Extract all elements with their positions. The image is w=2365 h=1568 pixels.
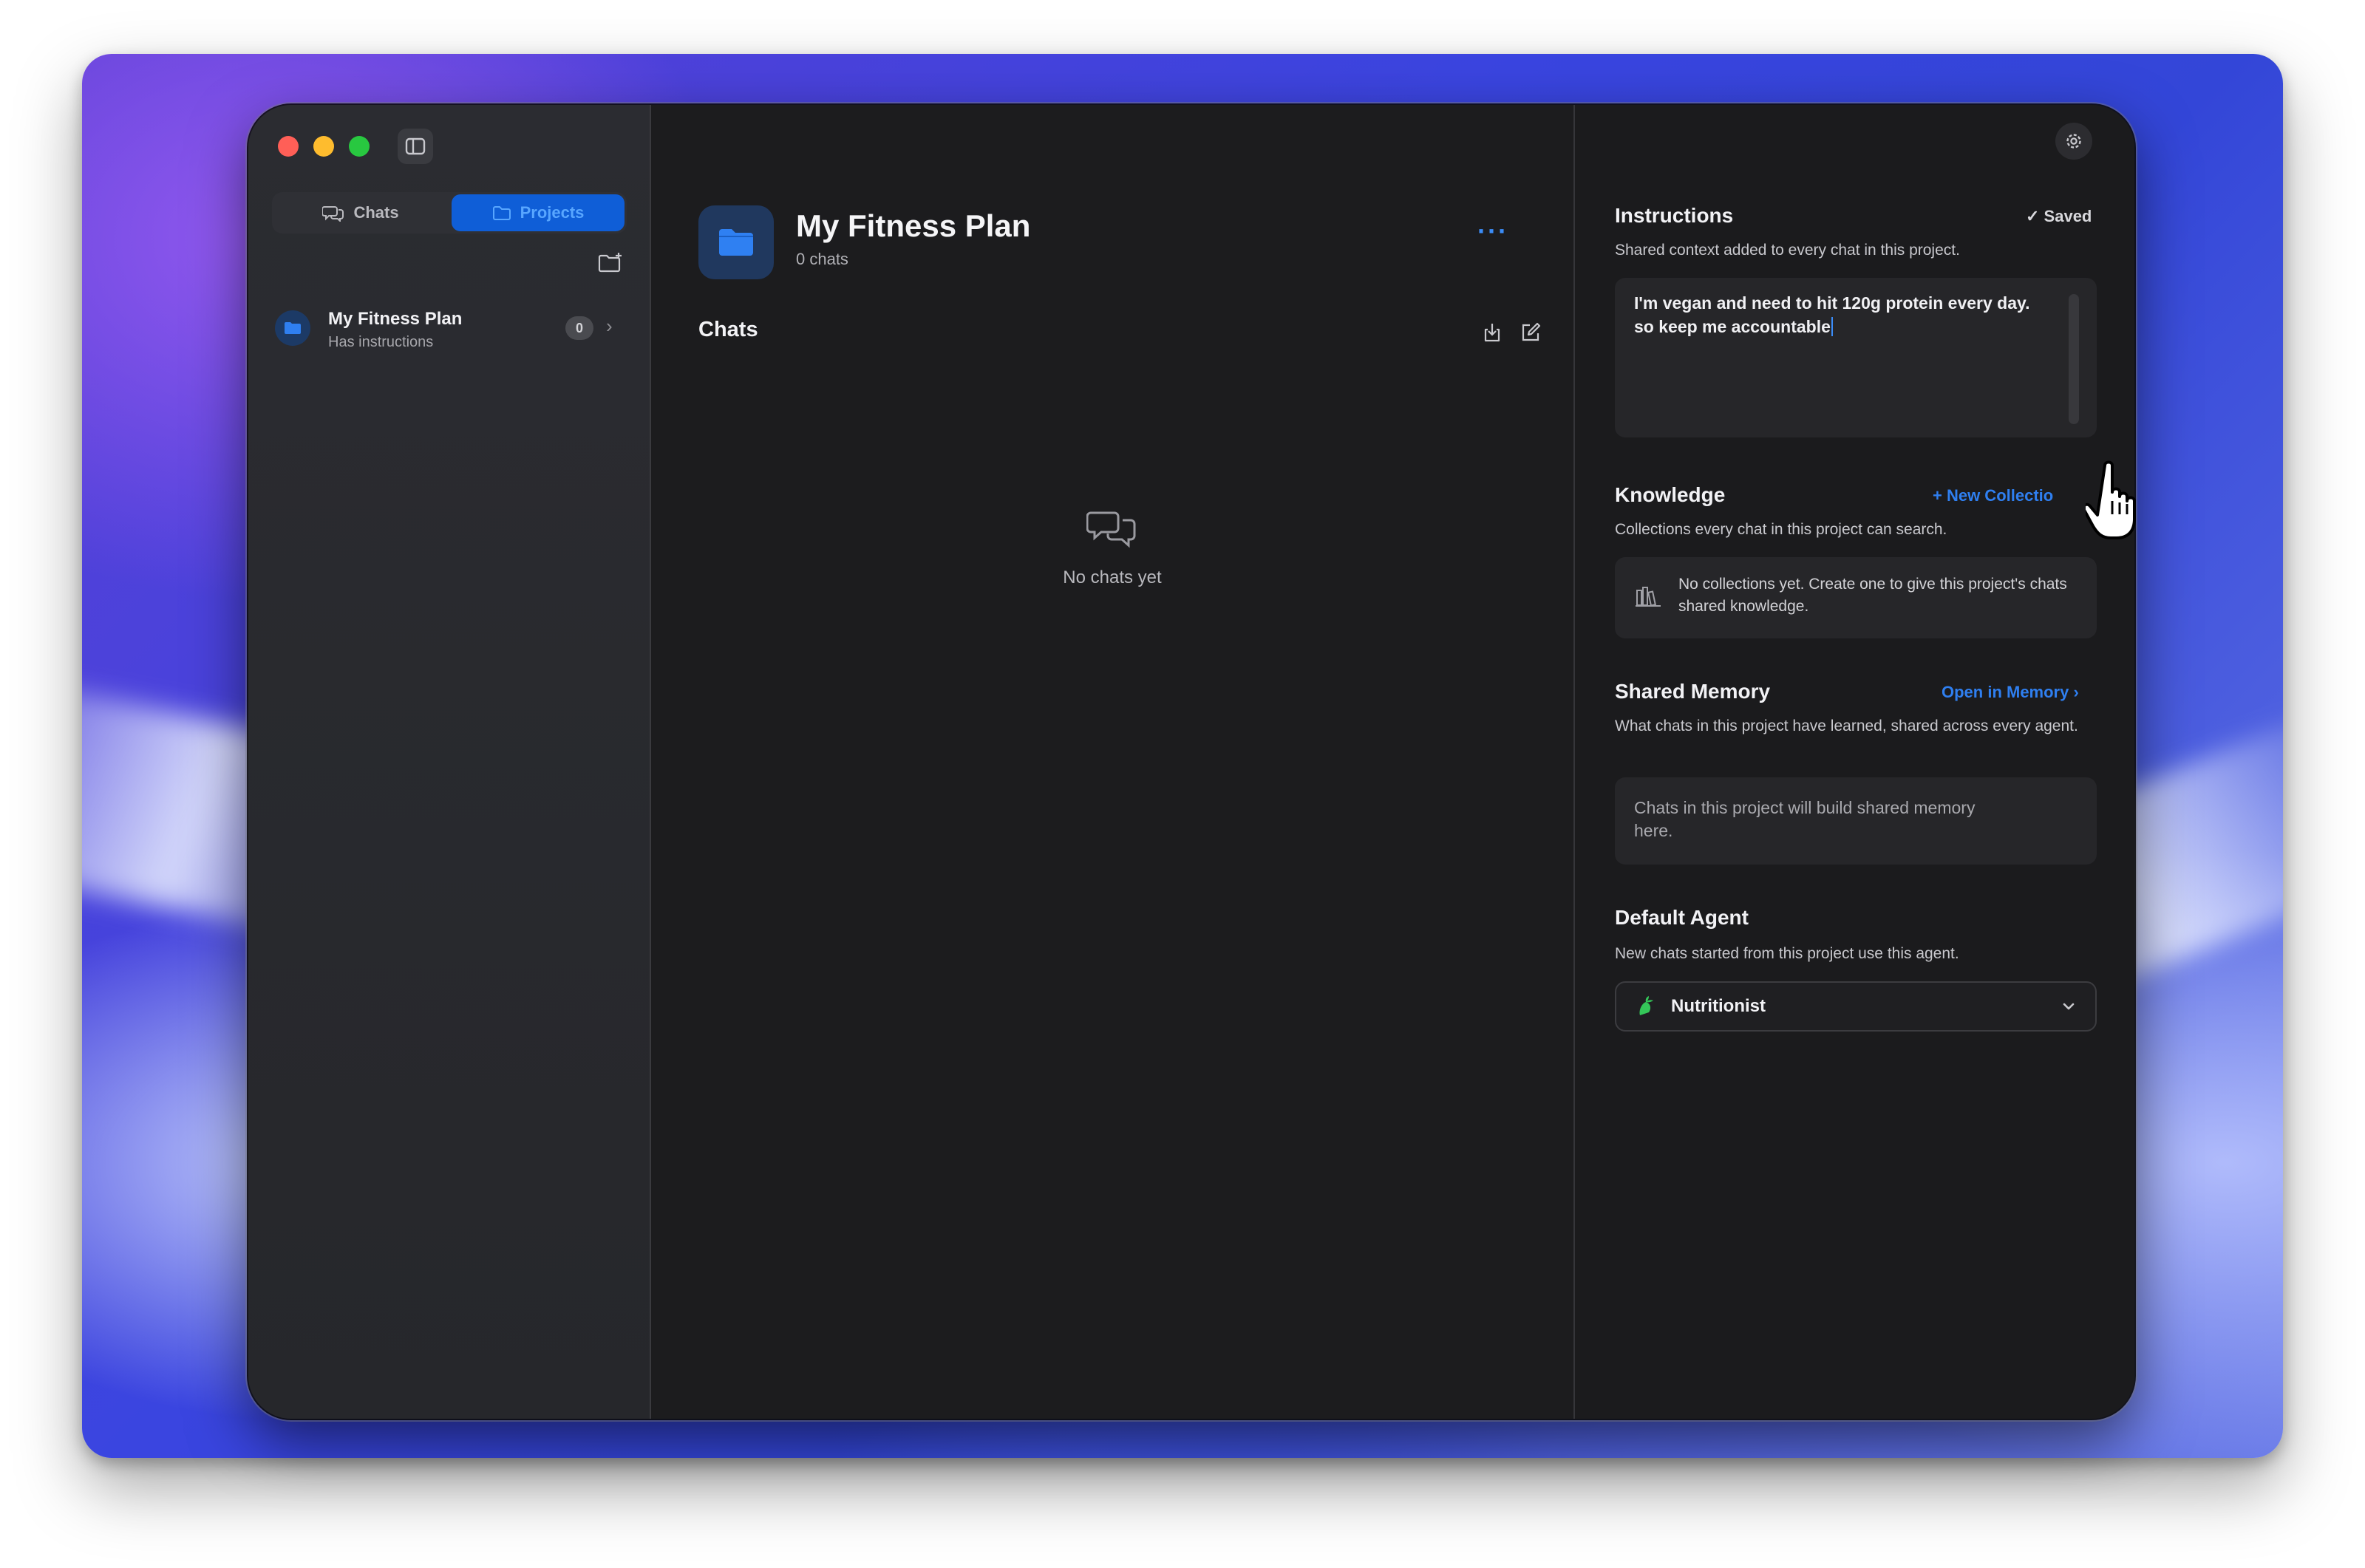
default-agent-title: Default Agent bbox=[1615, 906, 1749, 929]
sidebar: Chats Projects My Fitness Plan Has instr… bbox=[248, 105, 651, 1419]
folder-add-icon bbox=[598, 253, 622, 273]
app-window: Chats Projects My Fitness Plan Has instr… bbox=[248, 105, 2134, 1419]
import-icon bbox=[1484, 324, 1500, 342]
sidebar-toggle-button[interactable] bbox=[398, 129, 433, 164]
main-content: My Fitness Plan 0 chats ··· Chats No cha… bbox=[651, 105, 1575, 1419]
window-maximize-button[interactable] bbox=[349, 136, 370, 157]
project-settings-panel: Instructions ✓ Saved Shared context adde… bbox=[1575, 105, 2134, 1419]
tab-chats[interactable]: Chats bbox=[274, 194, 447, 231]
hand-pointer-cursor-icon bbox=[2086, 460, 2136, 539]
instructions-description: Shared context added to every chat in th… bbox=[1615, 242, 1960, 259]
folder-icon bbox=[285, 322, 301, 334]
tab-chats-label: Chats bbox=[353, 203, 399, 222]
knowledge-title: Knowledge bbox=[1615, 483, 1726, 506]
tab-projects[interactable]: Projects bbox=[452, 194, 625, 231]
page-title: My Fitness Plan bbox=[796, 208, 1031, 243]
shared-memory-description: What chats in this project have learned,… bbox=[1615, 717, 2078, 734]
text-caret bbox=[1831, 317, 1833, 336]
project-title: My Fitness Plan bbox=[328, 309, 463, 329]
sidebar-item-my-fitness-plan[interactable]: My Fitness Plan Has instructions 0 › bbox=[266, 300, 633, 359]
window-minimize-button[interactable] bbox=[313, 136, 334, 157]
books-icon bbox=[1634, 582, 1662, 610]
instructions-textarea[interactable]: I'm vegan and need to hit 120g protein e… bbox=[1615, 278, 2097, 437]
default-agent-description: New chats started from this project use … bbox=[1615, 945, 1959, 962]
tab-projects-label: Projects bbox=[520, 203, 585, 222]
settings-button[interactable] bbox=[2055, 123, 2092, 160]
chat-count-badge: 0 bbox=[565, 316, 593, 340]
collections-empty-text: No collections yet. Create one to give t… bbox=[1678, 576, 2067, 615]
shared-memory-box: Chats in this project will build shared … bbox=[1615, 777, 2097, 865]
default-agent-select[interactable]: Nutritionist bbox=[1615, 981, 2097, 1032]
new-chat-button[interactable] bbox=[1517, 319, 1544, 346]
new-collection-button[interactable]: + New Collectio bbox=[1933, 486, 2053, 505]
open-in-memory-link[interactable]: Open in Memory › bbox=[1942, 683, 2079, 702]
textarea-scrollbar[interactable] bbox=[2069, 294, 2079, 424]
more-options-button[interactable]: ··· bbox=[1477, 216, 1508, 247]
project-folder-icon bbox=[698, 205, 774, 279]
project-avatar bbox=[275, 310, 310, 346]
project-subtitle: Has instructions bbox=[328, 334, 434, 350]
import-chat-button[interactable] bbox=[1479, 319, 1505, 346]
saved-status: ✓ Saved bbox=[2026, 207, 2092, 225]
chats-section-title: Chats bbox=[698, 318, 758, 341]
default-agent-value: Nutritionist bbox=[1671, 996, 1766, 1016]
chevron-right-icon: › bbox=[606, 315, 613, 337]
gear-icon bbox=[2066, 134, 2081, 149]
empty-state-text: No chats yet bbox=[1063, 567, 1162, 587]
shared-memory-placeholder: Chats in this project will build shared … bbox=[1634, 798, 1976, 840]
carrot-icon bbox=[1639, 996, 1653, 1015]
empty-state: No chats yet bbox=[651, 510, 1573, 587]
knowledge-description: Collections every chat in this project c… bbox=[1615, 521, 1947, 538]
sidebar-toggle-icon bbox=[405, 137, 426, 155]
window-close-button[interactable] bbox=[278, 136, 299, 157]
chevron-down-icon bbox=[2063, 1003, 2075, 1010]
folder-icon bbox=[492, 206, 511, 220]
collections-empty-box: No collections yet. Create one to give t… bbox=[1615, 557, 2097, 638]
shared-memory-title: Shared Memory bbox=[1615, 680, 1771, 703]
compose-icon bbox=[1522, 322, 1541, 341]
chat-count: 0 chats bbox=[796, 250, 848, 268]
sidebar-segmented-control: Chats Projects bbox=[272, 192, 627, 234]
chat-bubbles-icon bbox=[322, 206, 344, 222]
instructions-title: Instructions bbox=[1615, 204, 1734, 227]
new-project-button[interactable] bbox=[596, 250, 625, 276]
chat-bubbles-icon bbox=[1086, 511, 1136, 548]
